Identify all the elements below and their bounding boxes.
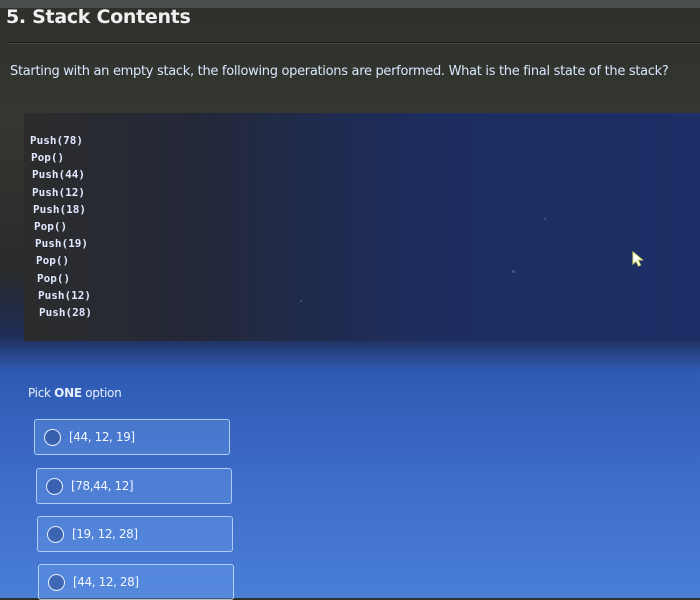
operation-line: Push(44)	[32, 168, 85, 182]
answer-option-3[interactable]: [19, 12, 28]	[37, 516, 233, 552]
pick-prefix: Pick	[28, 386, 55, 400]
operation-line: Push(12)	[38, 288, 91, 302]
operation-line: Push(28)	[39, 306, 92, 320]
screen-speck	[544, 218, 546, 220]
operation-line: Pop()	[36, 254, 70, 268]
answer-option-1[interactable]: [44, 12, 19]	[34, 419, 230, 455]
operation-line: Push(12)	[32, 185, 85, 199]
option-label: [19, 12, 28]	[72, 527, 138, 541]
question-prompt: Starting with an empty stack, the follow…	[10, 64, 669, 79]
answer-option-4[interactable]: [44, 12, 28]	[38, 564, 234, 600]
operation-line: Push(19)	[35, 237, 88, 251]
radio-button-icon[interactable]	[46, 477, 63, 495]
operation-line: Push(18)	[33, 202, 86, 216]
pick-one-label: Pick ONE option	[28, 386, 122, 400]
operation-line: Pop()	[31, 151, 65, 165]
radio-button-icon[interactable]	[47, 525, 64, 543]
screen-speck	[300, 300, 302, 302]
radio-button-icon[interactable]	[48, 573, 65, 591]
pick-suffix: option	[81, 386, 122, 400]
pick-emphasis: ONE	[54, 386, 82, 400]
operation-line: Push(78)	[30, 134, 83, 147]
operation-line: Pop()	[34, 220, 68, 234]
operation-line: Pop()	[37, 271, 71, 285]
operations-code-block	[24, 113, 700, 341]
option-label: [78,44, 12]	[71, 479, 134, 493]
question-title: 5. Stack Contents	[6, 6, 191, 28]
mouse-pointer-icon	[632, 251, 644, 267]
screen-speck	[512, 270, 515, 273]
title-divider	[8, 42, 700, 43]
operations-list: Push(78) Pop() Push(44) Push(12) Push(18…	[30, 132, 92, 321]
option-label: [44, 12, 19]	[69, 430, 135, 444]
answer-option-2[interactable]: [78,44, 12]	[36, 468, 232, 504]
option-label: [44, 12, 28]	[73, 575, 139, 589]
radio-button-icon[interactable]	[44, 428, 61, 446]
